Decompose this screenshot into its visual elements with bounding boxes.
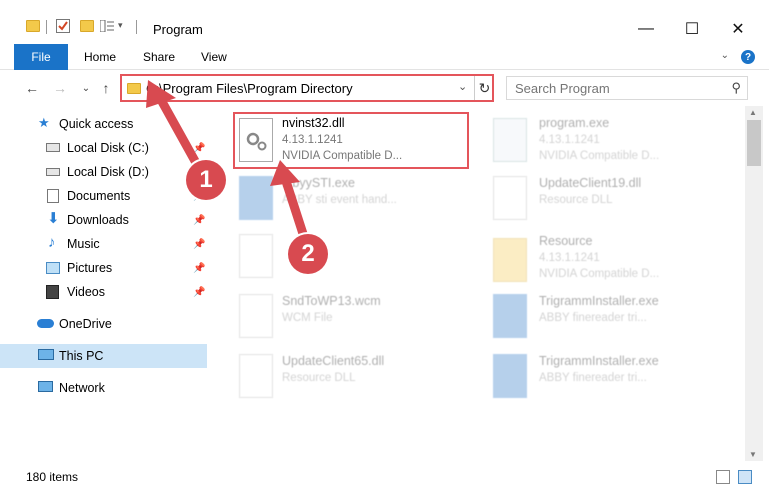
step-1-badge: 1 [186, 160, 226, 200]
arrow-2 [280, 173, 310, 245]
arrow-2-head [270, 160, 300, 186]
arrow-1 [155, 93, 205, 175]
annotation-arrows [146, 80, 310, 245]
step-2-badge: 2 [288, 234, 328, 274]
